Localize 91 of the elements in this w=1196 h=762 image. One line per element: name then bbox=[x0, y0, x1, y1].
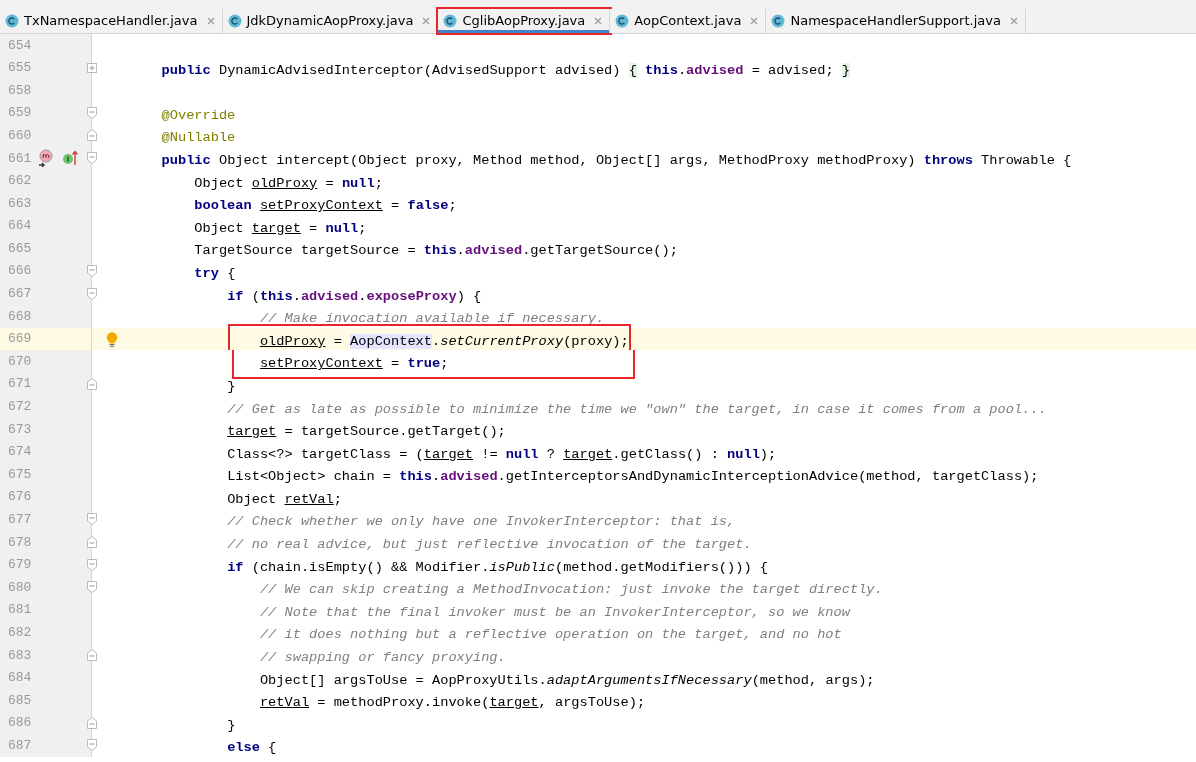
expand-icon[interactable] bbox=[87, 61, 97, 74]
collapse-icon[interactable] bbox=[87, 739, 97, 752]
code-line: public Object intercept(Object proxy, Method method, Object[] args, MethodProxy methodProxy) throws Throwable { bbox=[160, 152, 1072, 168]
class-icon bbox=[443, 14, 458, 28]
line-number: 687 bbox=[8, 736, 33, 755]
collapse-icon[interactable] bbox=[87, 106, 97, 119]
line-number: 660 bbox=[8, 126, 33, 145]
line-number: 686 bbox=[8, 714, 33, 733]
line-number: 674 bbox=[8, 443, 33, 462]
line-number: 654 bbox=[8, 36, 33, 55]
code-line: @Override bbox=[160, 107, 236, 123]
class-icon bbox=[615, 14, 630, 28]
file-tab[interactable]: CglibAopProxy.java bbox=[438, 9, 611, 33]
code-comment: // it does nothing but a reflective operation on the target, and no hot bbox=[258, 627, 842, 643]
code-line: Class<?> targetClass = (target != null ? target.getClass() : null); bbox=[226, 446, 777, 462]
collapse-icon[interactable] bbox=[87, 513, 97, 526]
code-comment: // Get as late as possible to minimize the time we "own" the target, in case it comes from a pool... bbox=[226, 401, 1047, 417]
line-number: 673 bbox=[8, 420, 33, 439]
class-icon bbox=[771, 14, 786, 28]
collapse-icon[interactable] bbox=[87, 581, 97, 594]
code-line: else { bbox=[226, 740, 277, 756]
code-line: TargetSource targetSource = this.advised.getTargetSource(); bbox=[193, 243, 678, 259]
collapse-icon[interactable] bbox=[87, 649, 97, 662]
file-tab[interactable]: AopContext.java bbox=[610, 9, 767, 33]
line-number: 683 bbox=[8, 646, 33, 665]
collapse-icon[interactable] bbox=[87, 129, 97, 142]
line-number: 665 bbox=[8, 239, 33, 258]
code-line: public DynamicAdvisedInterceptor(AdvisedSupport advised) { this.advised = advised; } bbox=[160, 62, 851, 78]
line-number: 677 bbox=[8, 511, 33, 529]
code-line: if (chain.isEmpty() && Modifier.isPublic(method.getModifiers())) { bbox=[226, 559, 769, 575]
collapse-icon[interactable] bbox=[87, 264, 97, 277]
implements-icon[interactable] bbox=[62, 150, 78, 167]
close-icon[interactable] bbox=[593, 16, 604, 26]
code-line: Object target = null; bbox=[193, 220, 367, 236]
class-icon bbox=[227, 14, 242, 28]
code-line: try { bbox=[193, 265, 236, 281]
method-override-icon[interactable] bbox=[38, 149, 56, 168]
lightbulb-icon[interactable] bbox=[106, 331, 118, 347]
line-number: 681 bbox=[8, 601, 33, 620]
line-number: 678 bbox=[8, 533, 33, 552]
line-number: 667 bbox=[8, 285, 33, 304]
collapse-icon[interactable] bbox=[87, 151, 97, 164]
line-number: 679 bbox=[8, 556, 33, 575]
line-number: 669 bbox=[8, 330, 33, 349]
line-number: 662 bbox=[8, 172, 33, 191]
line-number: 671 bbox=[8, 375, 33, 394]
collapse-icon[interactable] bbox=[87, 287, 97, 300]
line-number: 668 bbox=[8, 307, 33, 326]
close-icon[interactable] bbox=[749, 16, 760, 26]
code-line: @Nullable bbox=[160, 130, 236, 146]
code-line: Object retVal; bbox=[226, 491, 342, 507]
line-number: 663 bbox=[8, 194, 33, 213]
line-number: 670 bbox=[8, 352, 33, 371]
collapse-icon[interactable] bbox=[87, 377, 97, 390]
line-number: 659 bbox=[8, 104, 33, 123]
line-number: 655 bbox=[8, 59, 33, 78]
line-number: 682 bbox=[8, 624, 33, 642]
line-number: 666 bbox=[8, 262, 33, 281]
code-comment: // Note that the final invoker must be an InvokerInterceptor, so we know bbox=[258, 604, 850, 620]
collapse-icon[interactable] bbox=[87, 536, 97, 549]
code-comment: // swapping or fancy proxying. bbox=[258, 650, 506, 666]
line-number: 661 bbox=[8, 149, 33, 168]
code-comment: // no real advice, but just reflective invocation of the target. bbox=[226, 537, 752, 553]
line-number: 658 bbox=[8, 81, 33, 100]
code-line: Object oldProxy = null; bbox=[193, 175, 383, 191]
line-number: 684 bbox=[8, 669, 33, 688]
class-icon bbox=[5, 14, 19, 28]
collapse-icon[interactable] bbox=[87, 716, 97, 729]
line-number: 685 bbox=[8, 691, 33, 710]
close-icon[interactable] bbox=[1008, 16, 1019, 26]
collapse-icon[interactable] bbox=[87, 558, 97, 571]
code-line: boolean setProxyContext = false; bbox=[193, 198, 457, 214]
code-line: target = targetSource.getTarget(); bbox=[226, 424, 506, 440]
code-line: oldProxy = AopContext.setCurrentProxy(proxy); bbox=[258, 333, 629, 349]
code-line: Object[] argsToUse = AopProxyUtils.adaptArgumentsIfNecessary(method, args); bbox=[258, 672, 875, 688]
code-comment: // Check whether we only have one InvokerInterceptor: that is, bbox=[226, 514, 736, 530]
code-comment: // We can skip creating a MethodInvocation: just invoke the target directly. bbox=[258, 582, 883, 598]
line-number: 664 bbox=[8, 217, 33, 236]
code-line: List<Object> chain = this.advised.getInterceptorsAndDynamicInterceptionAdvice(method, targetClass); bbox=[226, 469, 1039, 485]
close-icon[interactable] bbox=[205, 16, 216, 26]
code-line: if (this.advised.exposeProxy) { bbox=[226, 288, 482, 304]
close-icon[interactable] bbox=[421, 16, 432, 26]
line-number: 676 bbox=[8, 488, 33, 507]
code-line: } bbox=[226, 378, 236, 394]
code-line: } bbox=[226, 717, 236, 733]
line-number: 672 bbox=[8, 398, 33, 417]
line-number: 675 bbox=[8, 465, 33, 484]
code-line: retVal = methodProxy.invoke(target, argsToUse); bbox=[258, 695, 646, 711]
code-line: setProxyContext = true; bbox=[258, 356, 449, 372]
line-number: 680 bbox=[8, 578, 33, 597]
code-comment: // Make invocation available if necessary. bbox=[258, 311, 605, 327]
